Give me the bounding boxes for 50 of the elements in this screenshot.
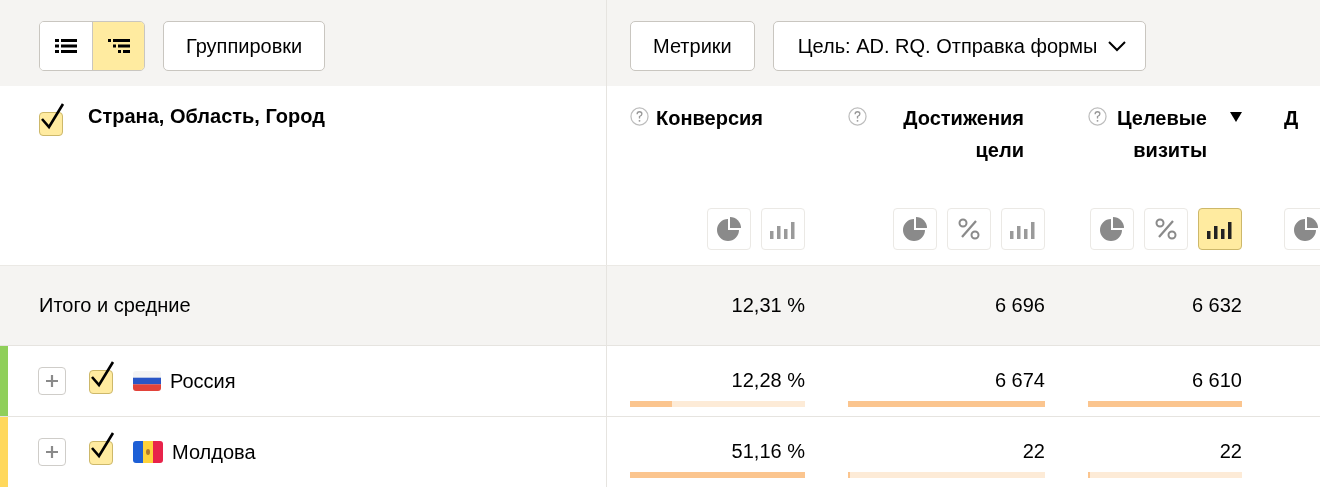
- column-header[interactable]: Д: [1284, 102, 1299, 134]
- help-icon[interactable]: [1088, 107, 1107, 126]
- percent-icon: [1155, 218, 1177, 240]
- totals-label: Итого и средние: [39, 294, 191, 317]
- pie-chart-icon: [1099, 216, 1125, 242]
- sort-descending-icon[interactable]: [1230, 112, 1242, 122]
- groupings-button[interactable]: Группировки: [163, 21, 326, 71]
- table-row[interactable]: Молдова 51,16 % 22 22: [0, 416, 1320, 487]
- checkbox[interactable]: [89, 431, 115, 465]
- plus-icon: [45, 445, 59, 459]
- goal-dropdown[interactable]: Цель: AD. RQ. Отправка формы: [772, 21, 1147, 71]
- checkbox[interactable]: [89, 360, 115, 394]
- list-icon: [55, 39, 77, 53]
- pie-chart-icon: [902, 216, 928, 242]
- table-cell: 22: [1219, 439, 1242, 463]
- table-cell: 6 674: [994, 368, 1045, 392]
- column-header[interactable]: Целевые визиты: [1114, 102, 1207, 166]
- total-value: 12,31 %: [731, 294, 805, 317]
- bar-chart-icon: [1010, 219, 1036, 239]
- total-value: 6 632: [1191, 294, 1242, 317]
- column-header: Страна, Область, Город: [88, 105, 325, 128]
- view-mode-button[interactable]: [92, 22, 144, 70]
- pie-chart-icon: [716, 216, 742, 242]
- help-icon[interactable]: [848, 107, 867, 126]
- pie-chart-icon: [1293, 216, 1319, 242]
- percent-icon: [958, 218, 980, 240]
- plus-icon: [45, 374, 59, 388]
- chevron-down-icon: [1107, 40, 1128, 52]
- help-icon[interactable]: [630, 107, 649, 126]
- table-cell: 22: [1022, 439, 1045, 463]
- checkbox[interactable]: [39, 102, 65, 136]
- metrics-button[interactable]: Метрики: [630, 21, 755, 71]
- table-cell: 12,28 %: [731, 368, 805, 392]
- column-header[interactable]: Достижения цели: [874, 102, 1024, 166]
- bar-chart-icon: [1207, 219, 1233, 239]
- chart-view-button[interactable]: [1198, 208, 1242, 250]
- country-name[interactable]: Молдова: [172, 440, 256, 464]
- view-mode-button[interactable]: [40, 22, 92, 70]
- bar-chart-icon: [770, 219, 796, 239]
- flag-icon: [133, 371, 161, 391]
- country-name[interactable]: Россия: [170, 369, 236, 393]
- table-row[interactable]: Россия 12,28 % 6 674 6 610: [0, 345, 1320, 416]
- tree-list-icon: [107, 39, 130, 53]
- expand-button[interactable]: [38, 367, 66, 395]
- expand-button[interactable]: [38, 438, 66, 466]
- column-header[interactable]: Конверсия: [656, 102, 763, 134]
- table-cell: 51,16 %: [731, 439, 805, 463]
- table-cell: 6 610: [1191, 368, 1242, 392]
- total-value: 6 696: [994, 294, 1045, 317]
- flag-icon: [133, 441, 163, 463]
